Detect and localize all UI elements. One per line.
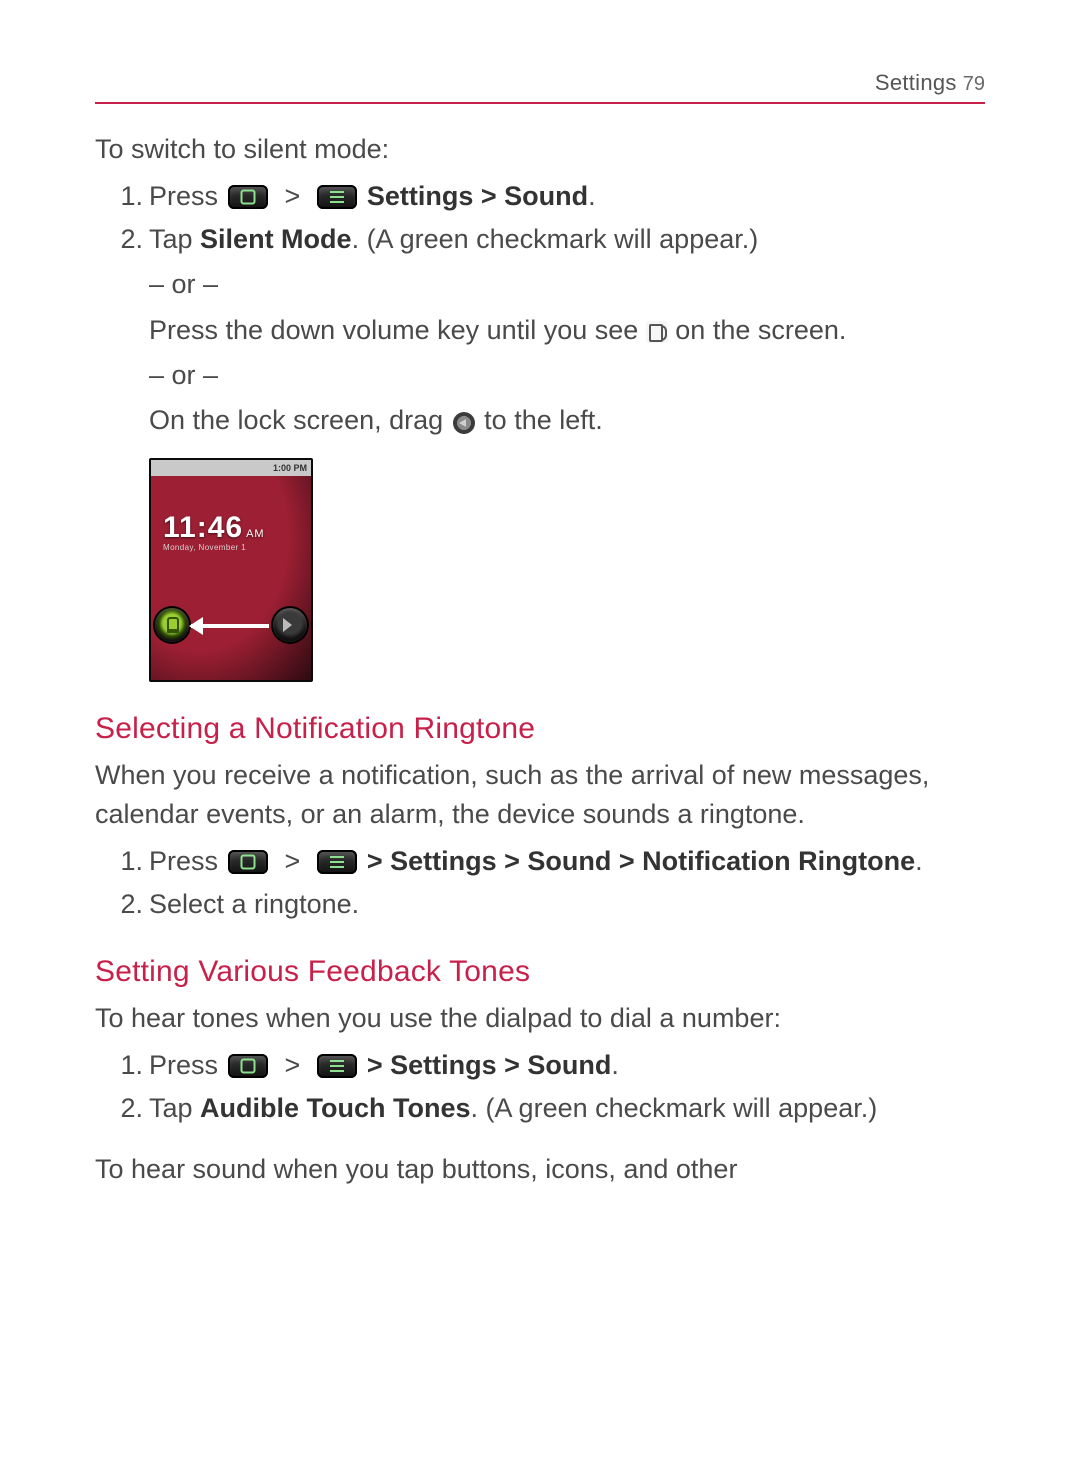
home-key-icon (228, 185, 268, 209)
manual-page: Settings 79 To switch to silent mode: 1.… (0, 0, 1080, 1460)
list-item: 2. Tap Audible Touch Tones. (A green che… (95, 1089, 985, 1128)
thumbnail-statusbar: 1:00 PM (151, 460, 311, 476)
arrow-left-icon (191, 624, 269, 628)
list-item: 1. Press > Settings > Sound. (95, 177, 985, 216)
text: Tap (149, 224, 200, 254)
nav-path: > Settings > Sound (367, 1050, 612, 1080)
feedback-tones-steps: 1. Press > > Settings > Sound. 2. Tap Au… (95, 1046, 985, 1128)
text: Press the down volume key until you see (149, 315, 646, 345)
menu-key-icon (317, 1054, 357, 1078)
sound-knob-icon (273, 608, 307, 642)
bold-term: Silent Mode (200, 224, 352, 254)
running-header: Settings 79 (95, 70, 985, 104)
list-item: 1. Press > > Settings > Sound. (95, 1046, 985, 1085)
alt-instruction: On the lock screen, drag to the left. (149, 401, 985, 440)
vibrate-icon (646, 321, 668, 343)
text: to the left. (484, 405, 603, 435)
list-item: 2. Tap Silent Mode. (A green checkmark w… (95, 220, 985, 259)
text: On the lock screen, drag (149, 405, 451, 435)
step-number: 1. (95, 177, 149, 216)
thumbnail-date: Monday, November 1 (163, 542, 246, 554)
drag-handle-icon (453, 412, 475, 434)
home-key-icon (228, 1054, 268, 1078)
text: on the screen. (675, 315, 846, 345)
section-heading-feedback-tones: Setting Various Feedback Tones (95, 955, 985, 989)
text: . (A green checkmark will appear.) (352, 224, 759, 254)
text: . (588, 181, 596, 211)
thumbnail-clock-ampm: AM (246, 528, 265, 540)
text: Press (149, 1050, 226, 1080)
list-item: 1. Press > > Settings > Sound > Notifica… (95, 842, 985, 881)
text: Press (149, 181, 226, 211)
home-key-icon (228, 850, 268, 874)
step-number: 2. (95, 1089, 149, 1128)
text: Tap (149, 1093, 200, 1123)
text: . (A green checkmark will appear.) (471, 1093, 878, 1123)
feedback-tones-trailing: To hear sound when you tap buttons, icon… (95, 1150, 985, 1189)
header-section: Settings (875, 70, 957, 96)
notification-ringtone-steps: 1. Press > > Settings > Sound > Notifica… (95, 842, 985, 924)
thumbnail-slider-rail (151, 604, 311, 648)
silent-mode-steps: 1. Press > Settings > Sound. 2. Tap Sile… (95, 177, 985, 682)
lock-knob-icon (155, 608, 189, 642)
section-heading-notification-ringtone: Selecting a Notification Ringtone (95, 712, 985, 746)
feedback-tones-lead: To hear tones when you use the dialpad t… (95, 999, 985, 1038)
thumbnail-clock-time: 11:46 (163, 511, 243, 544)
alt-instruction: Press the down volume key until you see … (149, 311, 985, 350)
step-number: 2. (95, 220, 149, 259)
text: Press (149, 846, 226, 876)
menu-key-icon (317, 185, 357, 209)
list-item: 2. Select a ringtone. (95, 885, 985, 924)
or-separator: – or – (149, 265, 985, 304)
nav-path: > Settings > Sound > Notification Ringto… (367, 846, 915, 876)
or-separator: – or – (149, 356, 985, 395)
nav-path: Settings > Sound (367, 181, 588, 211)
step-number: 2. (95, 885, 149, 924)
bold-term: Audible Touch Tones (200, 1093, 471, 1123)
silent-mode-lead: To switch to silent mode: (95, 130, 985, 169)
text: . (611, 1050, 619, 1080)
menu-key-icon (317, 850, 357, 874)
text: . (915, 846, 923, 876)
lockscreen-thumbnail: 1:00 PM 11:46AM Monday, November 1 (149, 458, 313, 682)
notification-ringtone-para: When you receive a notification, such as… (95, 756, 985, 834)
text: Select a ringtone. (149, 885, 985, 924)
header-page-number: 79 (963, 73, 985, 96)
step-number: 1. (95, 1046, 149, 1085)
step-number: 1. (95, 842, 149, 881)
